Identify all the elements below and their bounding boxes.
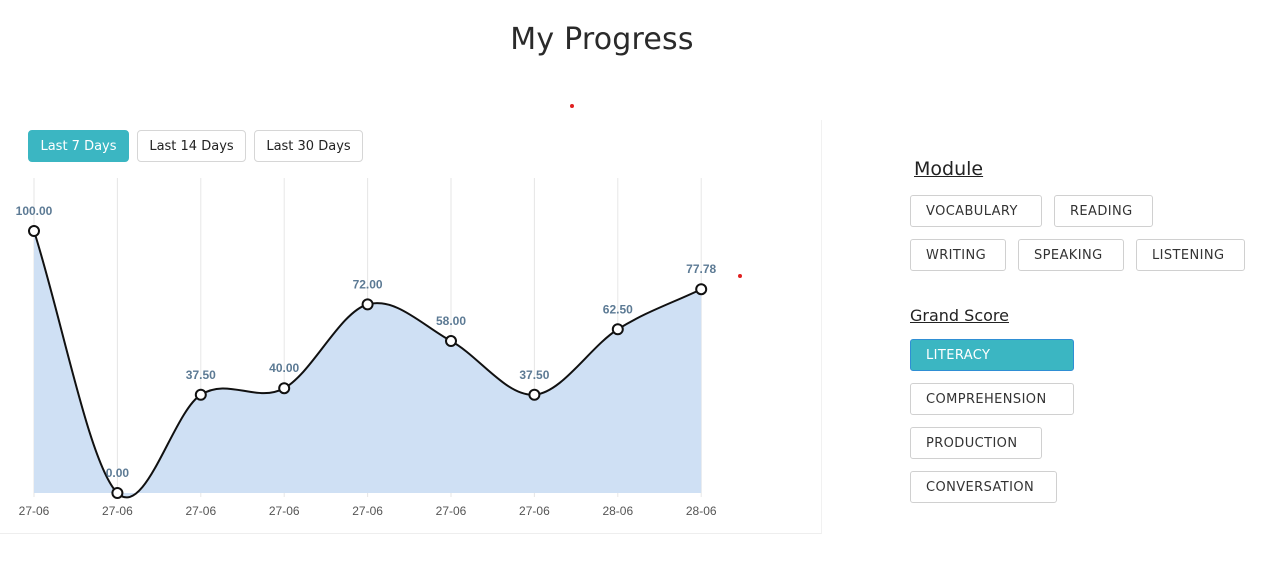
data-point[interactable] xyxy=(611,323,624,336)
data-point[interactable] xyxy=(278,382,291,395)
x-tick-label: 27-06 xyxy=(352,504,383,518)
module-vocabulary-button[interactable]: VOCABULARY xyxy=(910,195,1042,227)
x-tick-label: 28-06 xyxy=(602,504,633,518)
data-point[interactable] xyxy=(361,298,374,311)
module-speaking-button[interactable]: SPEAKING xyxy=(1018,239,1124,271)
x-tick-label: 28-06 xyxy=(686,504,717,518)
module-listening-button[interactable]: LISTENING xyxy=(1136,239,1245,271)
data-label: 37.50 xyxy=(519,368,549,382)
data-label: 72.00 xyxy=(353,277,383,291)
data-point[interactable] xyxy=(111,487,124,499)
data-point[interactable] xyxy=(194,388,207,401)
x-tick-label: 27-06 xyxy=(102,504,133,518)
grand-comprehension-button[interactable]: COMPREHENSION xyxy=(910,383,1074,415)
module-reading-button[interactable]: READING xyxy=(1054,195,1153,227)
data-label: 37.50 xyxy=(186,368,216,382)
grand-production-button[interactable]: PRODUCTION xyxy=(910,427,1042,459)
x-tick-label: 27-06 xyxy=(269,504,300,518)
data-label: 62.50 xyxy=(603,302,633,316)
data-label: 40.00 xyxy=(269,361,299,375)
x-tick-label: 27-06 xyxy=(185,504,216,518)
data-point[interactable] xyxy=(28,225,40,237)
data-label: 58.00 xyxy=(436,314,466,328)
module-writing-button[interactable]: WRITING xyxy=(910,239,1006,271)
grand-conversation-button[interactable]: CONVERSATION xyxy=(910,471,1057,503)
grand-literacy-button[interactable]: LITERACY xyxy=(910,339,1074,371)
x-tick-label: 27-06 xyxy=(436,504,467,518)
progress-chart: 100.00 27-06 0.00 27-06 37.50 27-06 40.00 27-06… xyxy=(16,178,717,518)
module-heading: Module xyxy=(914,158,984,180)
data-point[interactable] xyxy=(695,283,708,296)
data-label: 77.78 xyxy=(686,262,716,276)
x-tick-label: 27-06 xyxy=(19,504,50,518)
grand-score-heading: Grand Score xyxy=(910,306,1009,325)
data-point[interactable] xyxy=(445,335,457,348)
data-label: 0.00 xyxy=(106,466,130,480)
data-point[interactable] xyxy=(528,388,541,401)
data-label: 100.00 xyxy=(16,204,53,218)
x-tick-label: 27-06 xyxy=(519,504,550,518)
